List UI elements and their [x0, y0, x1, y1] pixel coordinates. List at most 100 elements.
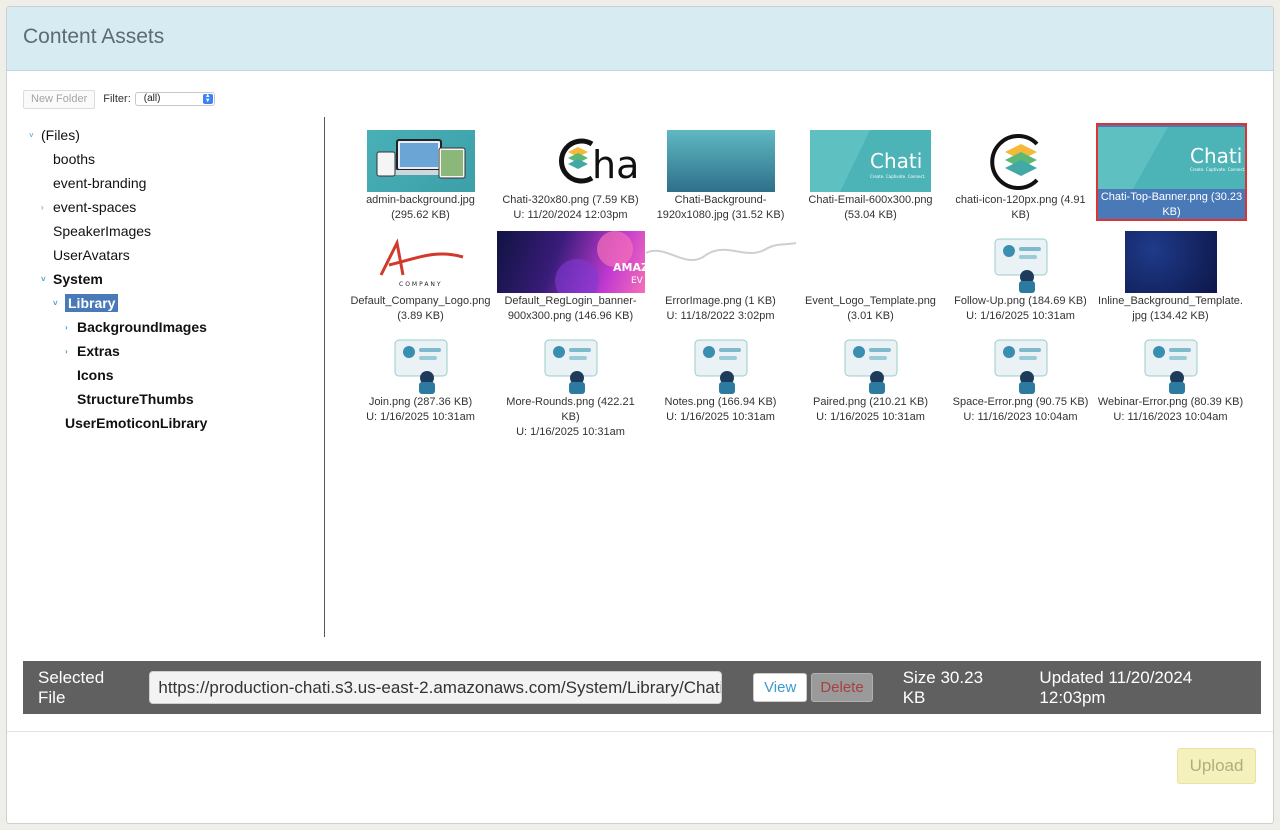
file-tile[interactable]: Notes.png (166.94 KB) U: 1/16/2025 10:31a…: [645, 327, 796, 425]
file-tile[interactable]: Chati Create. Captivate. Connect. Chati-Em…: [795, 125, 946, 223]
collapse-toggle-icon[interactable]: ›: [65, 323, 68, 332]
tree-item[interactable]: event-branding: [53, 175, 146, 191]
svg-text:Chati: Chati: [870, 149, 922, 173]
file-meta: 900x300.png (146.96 KB): [507, 310, 634, 322]
file-name: Chati-Top-Banner.png (30.23: [1100, 191, 1243, 203]
file-name: Follow-Up.png (184.69 KB): [954, 295, 1087, 307]
chati-logo-thumbnail: ha: [554, 130, 644, 192]
file-meta: (3.01 KB): [847, 310, 894, 322]
delete-button[interactable]: Delete: [811, 673, 873, 702]
filter-value: (all): [143, 93, 161, 104]
file-caption: ErrorImage.png (1 KB) U: 11/18/2022 3:02p…: [645, 294, 796, 324]
tree-item[interactable]: › event-spaces: [41, 199, 136, 215]
tree-item[interactable]: UserEmoticonLibrary: [65, 415, 207, 431]
file-tile[interactable]: Chati-Background- 1920x1080.jpg (31.52 KB…: [645, 125, 796, 223]
file-meta: U: 11/16/2023 10:04am: [963, 411, 1078, 423]
file-meta: (53.04 KB): [844, 209, 897, 221]
company-logo-thumbnail: COMPANY: [375, 231, 467, 293]
expand-toggle-icon[interactable]: ˅: [41, 275, 46, 284]
expand-toggle-icon[interactable]: ˅: [29, 131, 34, 140]
file-tile[interactable]: More-Rounds.png (422.21 KB) U: 1/16/2025 …: [495, 327, 646, 438]
chati-icon-thumbnail: [989, 130, 1053, 192]
tree-item[interactable]: ˅ Library: [53, 294, 119, 312]
tree-item[interactable]: ˅ System: [41, 271, 103, 287]
filter-select[interactable]: (all) ▲ ▼: [134, 92, 215, 106]
view-button[interactable]: View: [753, 673, 808, 702]
file-name: Join.png (287.36 KB): [368, 396, 473, 408]
file-meta: U: 1/16/2025 10:31am: [966, 310, 1075, 322]
tree-item[interactable]: booths: [53, 151, 95, 167]
file-name: Space-Error.png (90.75 KB): [952, 396, 1089, 408]
pane-divider[interactable]: [324, 117, 325, 637]
file-caption: Chati-320x80.png (7.59 KB) U: 11/20/2024 …: [495, 193, 646, 223]
tree-item-label: StructureThumbs: [77, 391, 194, 407]
file-tile[interactable]: admin-background.jpg (295.62 KB): [345, 125, 496, 223]
file-meta: (295.62 KB): [391, 209, 450, 221]
upload-button[interactable]: Upload: [1177, 748, 1256, 784]
network-illustration: [517, 332, 625, 394]
content-assets-dialog: Content Assets New Folder Filter: (all) …: [6, 6, 1274, 824]
new-folder-button[interactable]: New Folder: [23, 89, 96, 109]
tree-item[interactable]: › Extras: [65, 343, 120, 359]
file-tile[interactable]: Event_Logo_Template.png (3.01 KB): [795, 226, 946, 324]
file-tile[interactable]: ErrorImage.png (1 KB) U: 11/18/2022 3:02p…: [645, 226, 796, 324]
tree-item[interactable]: UserAvatars: [53, 247, 130, 263]
webinar-error-illustration: [1117, 332, 1225, 394]
file-meta: U: 1/16/2025 10:31am: [366, 411, 475, 423]
file-tile[interactable]: Space-Error.png (90.75 KB) U: 11/16/2023 …: [945, 327, 1096, 425]
file-name: Default_Company_Logo.png: [350, 295, 491, 307]
space-error-illustration: [967, 332, 1075, 394]
file-caption: Chati-Email-600x300.png (53.04 KB): [795, 193, 946, 223]
file-tile[interactable]: AMAZ EV Default_RegLogin_banner- 900x300.pn…: [495, 226, 646, 324]
tree-item[interactable]: › BackgroundImages: [65, 319, 207, 335]
selected-file-label: Selected File: [38, 667, 105, 707]
tree-item[interactable]: StructureThumbs: [77, 391, 194, 407]
expand-toggle-icon[interactable]: ˅: [53, 299, 58, 308]
tree-item[interactable]: SpeakerImages: [53, 223, 151, 239]
tree-item[interactable]: ˅ (Files): [29, 127, 80, 143]
collapse-toggle-icon[interactable]: ›: [41, 203, 44, 212]
file-caption: Join.png (287.36 KB) U: 1/16/2025 10:31am: [345, 395, 496, 425]
file-tile[interactable]: Inline_Background_Template. jpg (134.42 K…: [1095, 226, 1246, 324]
file-meta: KB): [1011, 209, 1030, 221]
file-tile[interactable]: Chati Create. Captivate. Connect. Chati-To…: [1096, 123, 1247, 221]
file-tile[interactable]: Join.png (287.36 KB) U: 1/16/2025 10:31am: [345, 327, 496, 425]
tree-item-label: Extras: [77, 343, 120, 359]
tree-item-label: System: [53, 271, 103, 287]
teal-gradient-thumbnail: [666, 130, 775, 192]
file-tile[interactable]: Follow-Up.png (184.69 KB) U: 1/16/2025 10…: [945, 226, 1096, 324]
file-caption: More-Rounds.png (422.21 KB) U: 1/16/2025 …: [495, 395, 646, 440]
file-url-field[interactable]: https://production-chati.s3.us-east-2.am…: [149, 671, 723, 704]
file-tile[interactable]: COMPANY Default_Company_Logo.png (3.89 KB): [345, 226, 496, 324]
select-arrows-icon: ▲ ▼: [202, 93, 213, 104]
notes-illustration: [667, 332, 775, 394]
tree-item[interactable]: Icons: [77, 367, 114, 383]
file-tile[interactable]: Paired.png (210.21 KB) U: 1/16/2025 10:31…: [795, 327, 946, 425]
followup-illustration: [967, 231, 1075, 293]
tree-item-label: Library: [65, 294, 119, 312]
file-name: Chati-Email-600x300.png: [808, 194, 933, 206]
file-caption: Follow-Up.png (184.69 KB) U: 1/16/2025 10…: [945, 294, 1096, 324]
tree-item-label: event-branding: [53, 175, 147, 191]
file-caption: Event_Logo_Template.png (3.01 KB): [795, 294, 946, 324]
file-meta: U: 11/20/2024 12:03pm: [513, 209, 628, 221]
file-tile[interactable]: chati-icon-120px.png (4.91 KB): [945, 125, 1096, 223]
toolbar: New Folder Filter: (all) ▲ ▼: [23, 89, 215, 109]
laptop-devices-thumbnail: [366, 130, 475, 192]
file-name: chati-icon-120px.png (4.91: [955, 194, 1086, 206]
file-meta: U: 1/16/2025 10:31am: [816, 411, 925, 423]
footer-divider: [7, 731, 1273, 732]
file-name: ErrorImage.png (1 KB): [665, 295, 776, 307]
file-meta: U: 1/16/2025 10:31am: [666, 411, 775, 423]
join-illustration: [367, 332, 475, 394]
file-name: More-Rounds.png (422.21 KB): [506, 396, 635, 423]
navy-background-thumbnail: [1124, 231, 1217, 293]
file-name: Event_Logo_Template.png: [805, 295, 936, 307]
file-tile[interactable]: ha Chati-320x80.png (7.59 KB) U: 11/20/202…: [495, 125, 646, 223]
file-tile[interactable]: Webinar-Error.png (80.39 KB) U: 11/16/202…: [1095, 327, 1246, 425]
file-name: Chati-320x80.png (7.59 KB): [502, 194, 639, 206]
file-name: Default_RegLogin_banner-: [504, 295, 637, 307]
file-meta: U: 1/16/2025 10:31am: [516, 426, 625, 438]
collapse-toggle-icon[interactable]: ›: [65, 347, 68, 356]
file-meta: jpg (134.42 KB): [1132, 310, 1209, 322]
